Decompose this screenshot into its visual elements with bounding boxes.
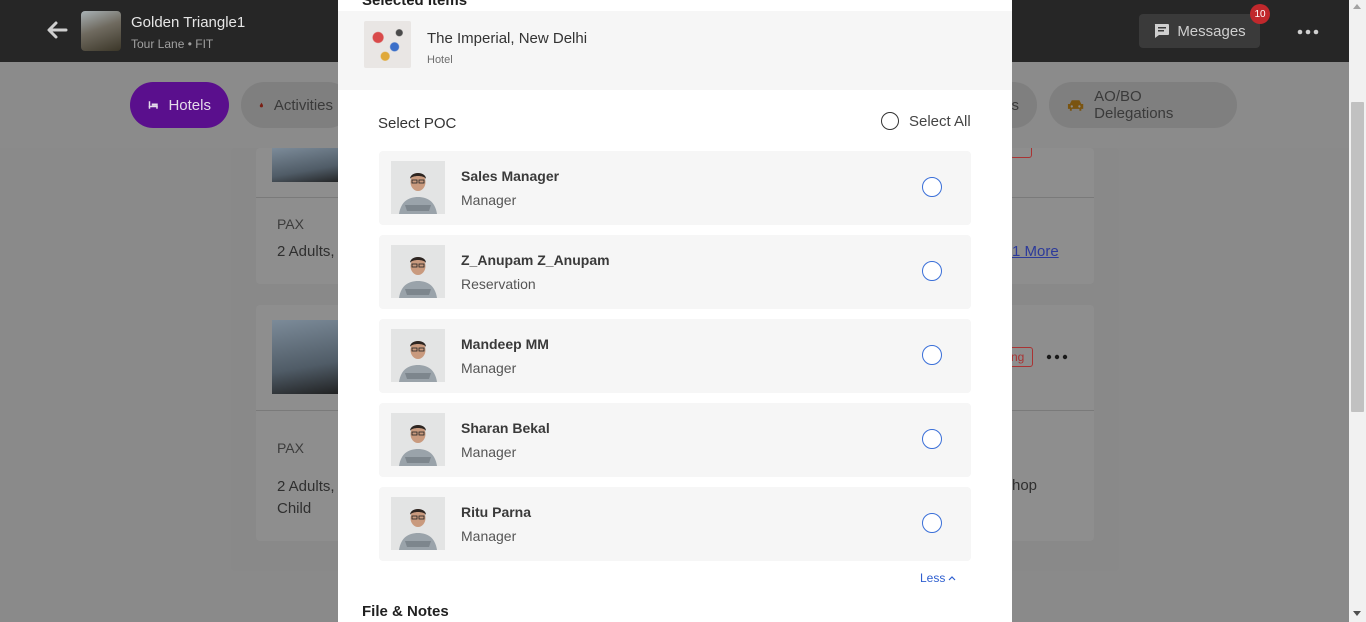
selected-item-name: The Imperial, New Delhi [427, 30, 588, 47]
tab-activities[interactable]: Activities [241, 82, 351, 128]
card-more-options-icon[interactable] [1046, 352, 1068, 362]
pax-label: PAX [277, 216, 304, 232]
person-avatar-icon [391, 245, 445, 298]
avatar [391, 245, 445, 298]
chat-icon [1155, 24, 1170, 38]
car-icon [1067, 100, 1084, 111]
back-arrow-icon[interactable] [44, 17, 70, 43]
less-label: Less [920, 571, 946, 585]
trip-thumbnail [81, 11, 121, 51]
poc-name: Sales Manager [461, 168, 560, 184]
poc-item[interactable]: Ritu Parna Manager [379, 487, 971, 561]
more-link[interactable]: 1 More [1012, 243, 1059, 260]
poc-radio[interactable] [922, 429, 942, 449]
avatar [391, 413, 445, 466]
chevron-up-icon [948, 576, 956, 581]
poc-item[interactable]: Sales Manager Manager [379, 151, 971, 225]
poc-role: Manager [461, 192, 517, 208]
tab-label: Activities [273, 96, 333, 114]
scrollbar-thumb[interactable] [1351, 102, 1364, 412]
more-options-icon[interactable] [1296, 24, 1320, 40]
pax-value: 2 Adults, [277, 243, 335, 260]
file-notes-title: File & Notes [362, 603, 449, 620]
trip-subtitle: Tour Lane • FIT [131, 37, 214, 51]
pax-label: PAX [277, 440, 304, 456]
person-avatar-icon [391, 413, 445, 466]
person-avatar-icon [391, 329, 445, 382]
less-toggle-link[interactable]: Less [920, 571, 956, 585]
person-avatar-icon [391, 497, 445, 550]
flame-icon [259, 102, 264, 108]
selected-items-title: Selected Items [362, 0, 468, 9]
select-all-radio[interactable] [881, 112, 899, 130]
poc-item[interactable]: Sharan Bekal Manager [379, 403, 971, 477]
selected-item-type: Hotel [427, 54, 453, 66]
selected-item: The Imperial, New Delhi Hotel [338, 11, 1012, 90]
card-right-text: hop [1012, 477, 1038, 494]
tab-label: AO/BO Delegations [1094, 88, 1174, 122]
select-poc-label: Select POC [378, 115, 457, 132]
poc-name: Mandeep MM [461, 336, 549, 352]
poc-role: Manager [461, 444, 517, 460]
person-avatar-icon [391, 161, 445, 214]
poc-role: Reservation [461, 276, 536, 292]
poc-radio[interactable] [922, 345, 942, 365]
avatar [391, 497, 445, 550]
poc-role: Manager [461, 528, 517, 544]
select-all-option[interactable]: Select All [881, 112, 971, 130]
poc-item[interactable]: Z_Anupam Z_Anupam Reservation [379, 235, 971, 309]
avatar [391, 161, 445, 214]
pax-value-line2: Child [277, 500, 312, 517]
messages-label: Messages [1177, 22, 1246, 40]
messages-button[interactable]: Messages [1139, 14, 1260, 48]
pax-value: 2 Adults, [277, 478, 335, 495]
messages-count-badge: 10 [1250, 4, 1270, 24]
trip-title: Golden Triangle1 [131, 14, 246, 31]
poc-radio[interactable] [922, 513, 942, 533]
poc-role: Manager [461, 360, 517, 376]
bed-icon [148, 101, 158, 109]
avatar [391, 329, 445, 382]
hotel-thumbnail [364, 21, 411, 68]
poc-name: Sharan Bekal [461, 420, 550, 436]
poc-radio[interactable] [922, 261, 942, 281]
tab-hotels[interactable]: Hotels [130, 82, 229, 128]
tab-label: Hotels [168, 96, 211, 114]
poc-name: Ritu Parna [461, 504, 532, 520]
select-poc-modal: Selected Items The Imperial, New Delhi H… [338, 0, 1012, 622]
poc-name: Z_Anupam Z_Anupam [461, 252, 610, 268]
scroll-down-arrow-icon[interactable] [1353, 611, 1361, 616]
scroll-up-arrow-icon[interactable] [1353, 4, 1361, 9]
select-all-label: Select All [909, 112, 971, 130]
tab-ao-bo-delegations[interactable]: AO/BO Delegations [1049, 82, 1237, 128]
poc-radio[interactable] [922, 177, 942, 197]
poc-item[interactable]: Mandeep MM Manager [379, 319, 971, 393]
